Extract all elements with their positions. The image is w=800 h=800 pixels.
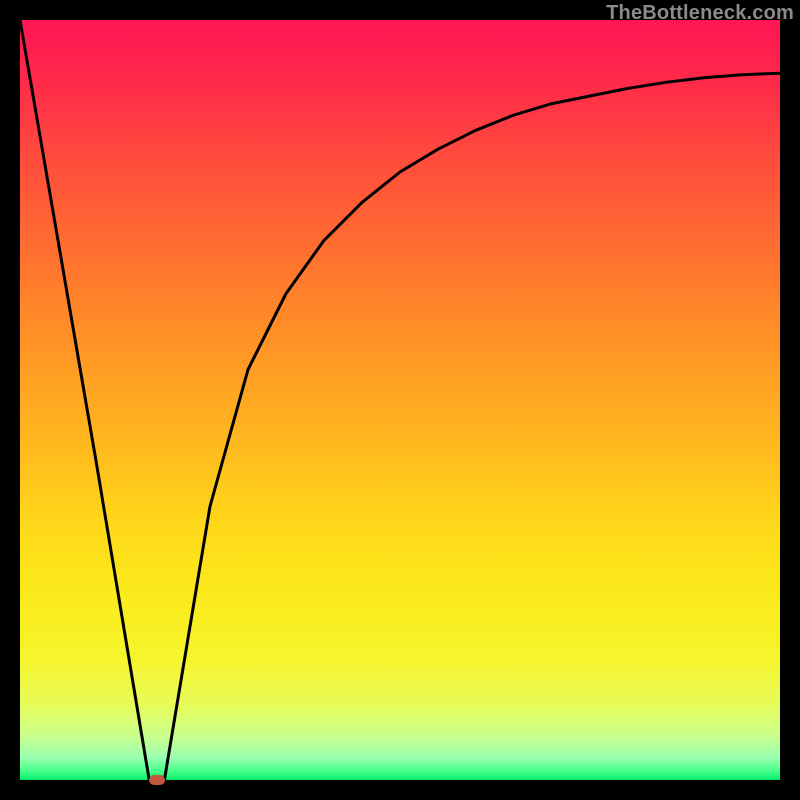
plot-area [20,20,780,780]
optimal-point-marker [149,775,165,785]
bottleneck-curve [20,20,780,780]
chart-frame: TheBottleneck.com [0,0,800,800]
curve-layer [20,20,780,780]
